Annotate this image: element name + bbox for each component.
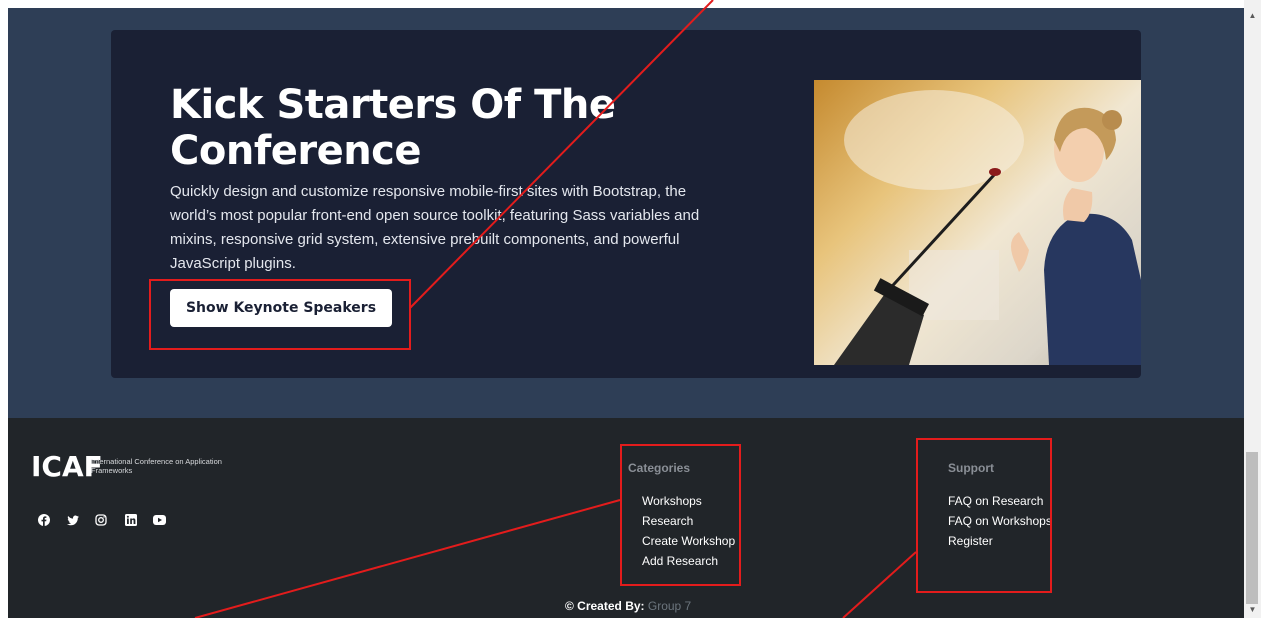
twitter-icon[interactable] — [66, 513, 80, 527]
scrollbar-thumb[interactable] — [1246, 452, 1258, 604]
speaker-photo — [814, 80, 1141, 365]
annotation-box-categories — [620, 444, 741, 586]
scroll-down-icon[interactable]: ▼ — [1244, 602, 1261, 618]
instagram-icon[interactable] — [94, 513, 108, 527]
hero-description: Quickly design and customize responsive … — [170, 183, 700, 272]
copyright-group: Group 7 — [647, 599, 692, 613]
annotation-box-support — [916, 438, 1052, 593]
scroll-up-icon[interactable]: ▲ — [1244, 8, 1261, 24]
copyright: © Created By: Group 7 — [565, 599, 691, 613]
vertical-scrollbar[interactable]: ▲ ▼ — [1244, 0, 1261, 618]
speaker-illustration — [834, 90, 1141, 365]
annotation-box-keynote — [149, 279, 411, 350]
hero-title: Kick Starters Of The Conference — [170, 82, 616, 174]
top-strip — [8, 0, 1244, 8]
linkedin-icon[interactable] — [124, 513, 138, 527]
facebook-icon[interactable] — [37, 513, 51, 527]
copyright-prefix: © Created By: — [565, 599, 645, 613]
logo-subtitle: International Conference on Application … — [91, 457, 222, 475]
youtube-icon[interactable] — [152, 513, 166, 527]
